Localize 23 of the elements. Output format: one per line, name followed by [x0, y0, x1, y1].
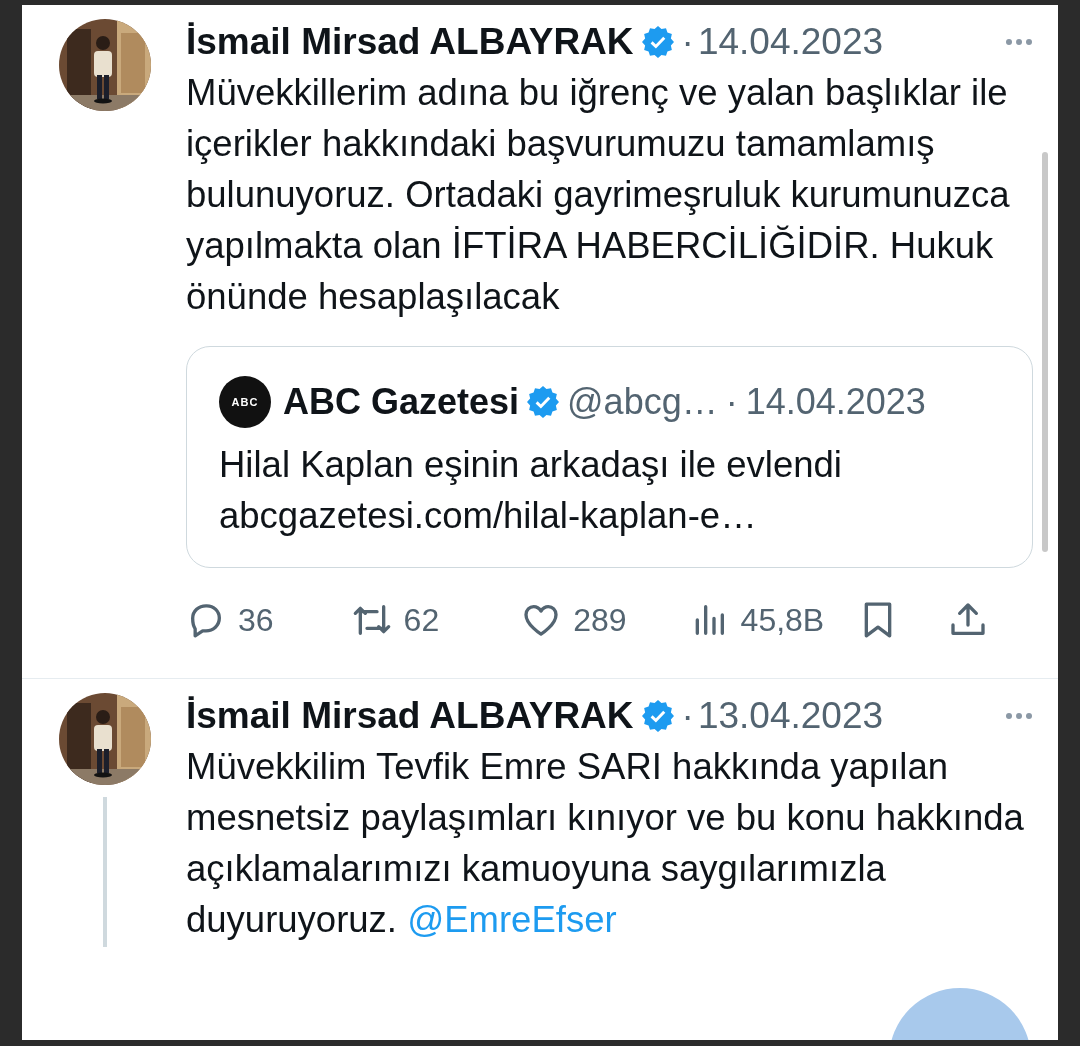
tweet-text: Müvekkillerim adına bu iğrenç ve yalan başlıklar ile içerikler hakkındaki başvurumuzu tamamlamış bulunuyoruz. Ortadaki gayrimeşruluk kurumunuzca yapılmakta olan İFTİRA HABERCİLİĞİDİR. Hukuk önünde hesaplaşılacak — [186, 71, 1011, 319]
author-name[interactable]: İsmail Mirsad ALBAYRAK — [186, 688, 634, 744]
separator-dot: · — [725, 380, 738, 424]
quoted-author-name[interactable]: ABC Gazetesi — [283, 375, 520, 429]
scrollbar[interactable] — [1042, 152, 1048, 552]
separator-dot: · — [681, 694, 694, 739]
quoted-handle[interactable]: @abcg… — [567, 375, 718, 429]
tweet-text: Müvekkilim Tevfik Emre SARI hakkında yapılan mesnetsiz paylaşımları kınıyor ve bu konu hakkında açıklamalarımızı kamuoyuna saygılarımızla duyuruyoruz. @EmreEfser — [186, 745, 1025, 942]
author-name[interactable]: İsmail Mirsad ALBAYRAK — [186, 14, 634, 70]
retweet-button[interactable]: 62 — [351, 596, 440, 644]
tweet-date[interactable]: 13.04.2023 — [697, 688, 884, 744]
tweet-date[interactable]: 14.04.2023 — [697, 14, 884, 70]
views-button[interactable]: 45,8B — [688, 596, 825, 644]
like-button[interactable]: 289 — [521, 596, 627, 644]
link-text[interactable]: abcgazetesi.com/hilal-kaplan-e… — [219, 490, 1002, 541]
source-logo: ABC — [219, 376, 271, 428]
quoted-text: Hilal Kaplan eşinin arkadaşı ile evlendi — [219, 443, 843, 487]
more-icon[interactable] — [1004, 711, 1034, 721]
more-icon[interactable] — [1004, 37, 1034, 47]
quoted-date[interactable]: 14.04.2023 — [745, 375, 926, 429]
quoted-tweet-card[interactable]: ABC ABC Gazetesi @abcg… · 14.04.2023 Hilal Kaplan eşinin arkadaşı ile evlendi abcgazetesi.com/hilal-kaplan-e… — [186, 346, 1033, 568]
separator-dot: · — [681, 20, 694, 65]
reply-button[interactable]: 36 — [186, 596, 274, 644]
